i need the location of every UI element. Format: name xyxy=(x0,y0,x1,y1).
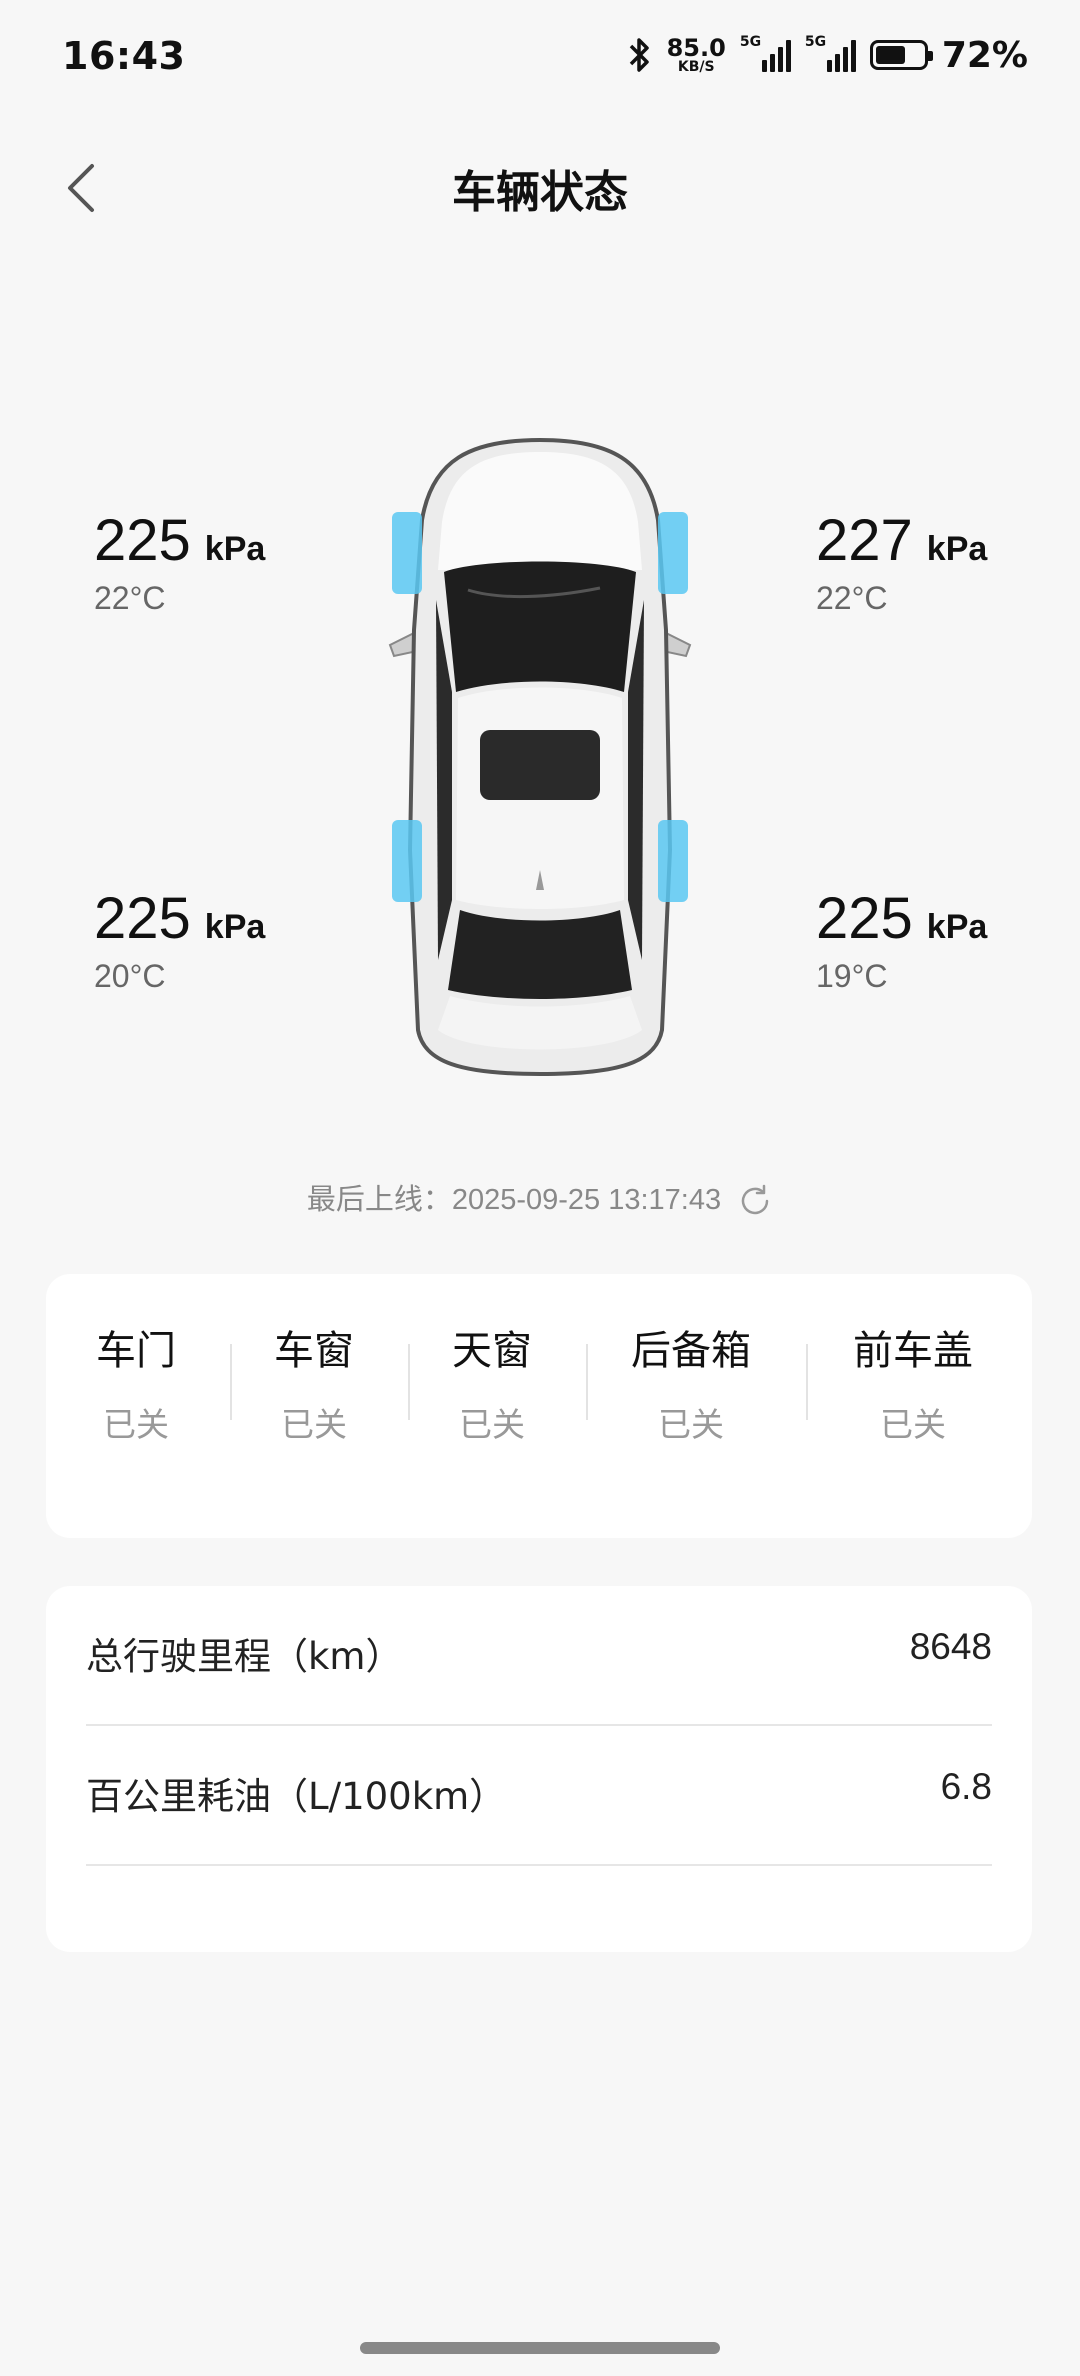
status-label: 前车盖 xyxy=(853,1328,973,1374)
status-value: 已关 xyxy=(281,1405,347,1444)
bluetooth-icon xyxy=(629,38,649,72)
car-top-view-image xyxy=(388,437,692,1077)
divider xyxy=(230,1344,232,1420)
status-value: 已关 xyxy=(459,1405,525,1444)
tire-pressure: 227 xyxy=(816,508,913,573)
stat-value: 6.8 xyxy=(940,1766,992,1807)
status-item-sunroof: 天窗 已关 xyxy=(432,1318,552,1446)
divider xyxy=(806,1344,808,1420)
status-label: 天窗 xyxy=(452,1328,532,1374)
battery-percent: 72% xyxy=(941,34,1028,76)
tire-pressure-unit: kPa xyxy=(926,908,988,946)
tire-pressure-unit: kPa xyxy=(926,530,988,568)
status-label: 车窗 xyxy=(274,1328,354,1374)
vehicle-status-card: 车门 已关 车窗 已关 天窗 已关 后备箱 已关 前车盖 已关 xyxy=(46,1274,1032,1538)
stat-label: 百公里耗油（L/100km） xyxy=(86,1775,507,1818)
tire-temperature: 19°C xyxy=(816,958,888,994)
battery-icon xyxy=(869,40,933,70)
status-item-door: 车门 已关 xyxy=(76,1318,196,1446)
tire-pressure-unit: kPa xyxy=(204,908,266,946)
stat-row-fuel: 百公里耗油（L/100km） 6.8 xyxy=(86,1726,992,1866)
tire-front-left-reading: 225 kPa 22°C xyxy=(94,512,265,617)
tire-rear-left xyxy=(392,820,422,902)
tire-temperature: 22°C xyxy=(94,580,166,616)
signal-icon: 5G xyxy=(805,34,856,72)
vehicle-stats-card: 总行驶里程（km） 8648 百公里耗油（L/100km） 6.8 xyxy=(46,1586,1032,1952)
tire-temperature: 22°C xyxy=(816,580,888,616)
tire-rear-right xyxy=(658,820,688,902)
last-online-row: 最后上线：2025-09-25 13:17:43 xyxy=(0,1176,1080,1219)
page-title: 车辆状态 xyxy=(452,167,628,218)
status-value: 已关 xyxy=(880,1405,946,1444)
tire-rear-right-reading: 225 kPa 19°C xyxy=(816,890,987,995)
stat-label: 总行驶里程（km） xyxy=(86,1635,403,1678)
stat-row-mileage: 总行驶里程（km） 8648 xyxy=(86,1586,992,1726)
tire-pressure-unit: kPa xyxy=(204,530,266,568)
status-value: 已关 xyxy=(658,1405,724,1444)
home-indicator[interactable] xyxy=(360,2342,720,2354)
last-online-text: 最后上线：2025-09-25 13:17:43 xyxy=(306,1184,722,1216)
status-item-trunk: 后备箱 已关 xyxy=(606,1318,776,1446)
signal-icon: 5G xyxy=(740,34,791,72)
stat-value: 8648 xyxy=(909,1626,992,1667)
status-value: 已关 xyxy=(103,1405,169,1444)
tire-pressure: 225 xyxy=(94,886,191,951)
status-bar: 16:43 85.0 KB/S 5G 5G 72% xyxy=(0,0,1080,120)
refresh-icon[interactable] xyxy=(737,1183,773,1219)
status-item-window: 车窗 已关 xyxy=(254,1318,374,1446)
tire-front-left xyxy=(392,512,422,594)
tire-pressure: 225 xyxy=(94,508,191,573)
status-label: 后备箱 xyxy=(631,1328,751,1374)
net-speed: 85.0 KB/S xyxy=(666,34,726,75)
tire-temperature: 20°C xyxy=(94,958,166,994)
tire-front-right xyxy=(658,512,688,594)
tire-rear-left-reading: 225 kPa 20°C xyxy=(94,890,265,995)
status-time: 16:43 xyxy=(62,34,186,78)
status-item-hood: 前车盖 已关 xyxy=(828,1318,998,1446)
divider xyxy=(408,1344,410,1420)
tire-pressure: 225 xyxy=(816,886,913,951)
tire-front-right-reading: 227 kPa 22°C xyxy=(816,512,987,617)
status-label: 车门 xyxy=(96,1328,176,1374)
divider xyxy=(586,1344,588,1420)
status-icons: 85.0 KB/S 5G 5G 72% xyxy=(627,30,1028,80)
